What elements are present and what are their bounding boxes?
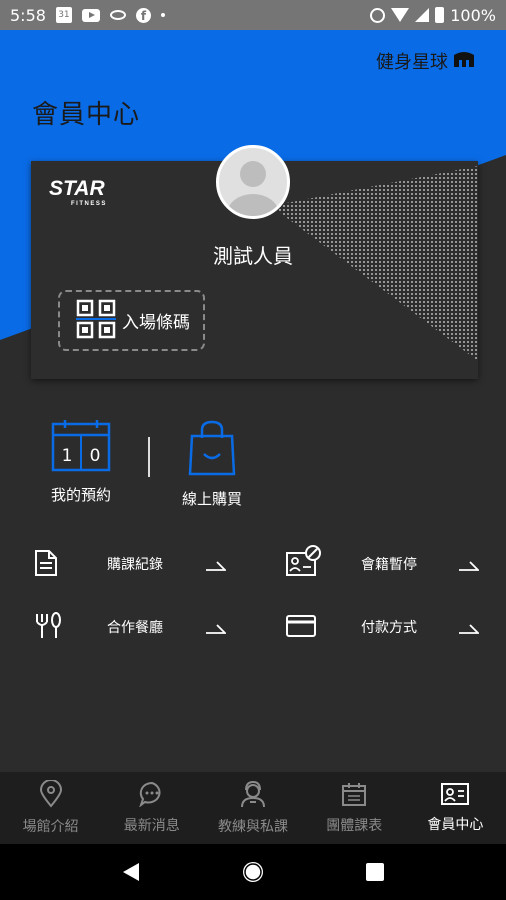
purchase-history-item[interactable]: 購課紀錄 [34,543,234,583]
calendar-day: 31 [58,10,70,20]
credit-card-icon [286,615,316,641]
alarm-icon [370,7,386,23]
member-name: 測試人員 [213,244,293,268]
calendar-icon: 1 0 [50,420,112,476]
arrow-right-icon [459,556,481,575]
facebook-icon: f [135,7,151,23]
member-card-pause-icon [286,545,322,581]
purchase-history-label: 購課紀錄 [107,557,163,573]
online-purchase-button[interactable]: 線上購買 [182,420,242,509]
coach-icon [240,780,266,812]
nav-coaches-label: 教練與私課 [218,819,288,835]
calendar-digit-1: 1 [62,446,73,466]
schedule-icon [341,781,367,811]
fork-knife-icon [34,612,62,644]
eye-icon [109,10,126,20]
dot-icon [160,13,165,17]
shopping-bag-icon [186,420,238,480]
home-icon[interactable] [233,852,273,892]
battery-icon [435,7,445,23]
youtube-icon [81,8,100,22]
nav-venue-intro-label: 場館介紹 [22,819,79,835]
signal-icon [415,8,430,22]
chat-bubble-icon [138,781,165,811]
my-reservations-label: 我的預約 [50,486,111,504]
brand-name: 健身星球 [376,52,448,73]
qr-code-icon [76,299,116,343]
nav-coaches[interactable]: 教練與私課 [202,772,303,844]
status-bar: 5:58 31 f 100% [0,0,506,30]
page-title: 會員中心 [32,100,141,130]
nav-group-schedule[interactable]: 團體課表 [304,772,405,844]
system-nav-bar [0,844,506,900]
nav-member-center-label: 會員中心 [427,817,484,833]
calendar-notification-icon: 31 [55,7,72,23]
nav-group-schedule-label: 團體課表 [326,818,383,834]
payment-method-item[interactable]: 付款方式 [286,606,486,646]
star-fitness-logo: STAR FITNESS [49,176,129,212]
location-pin-icon [39,779,63,812]
brand: 健身星球 [376,48,476,74]
wifi-icon [391,8,410,22]
entry-barcode-button[interactable]: 入場條碼 [58,290,205,351]
logo-sub: FITNESS [71,201,107,207]
logo-text: STAR [49,177,105,200]
battery-level: 100% [450,5,496,25]
barcode-label: 入場條碼 [122,313,190,333]
nav-member-center[interactable]: 會員中心 [405,772,506,844]
back-icon[interactable] [111,852,151,892]
recents-icon[interactable] [355,852,395,892]
avatar[interactable] [216,145,290,219]
payment-method-label: 付款方式 [361,620,417,636]
planet-logo-icon [452,49,476,74]
document-icon [34,549,58,581]
arrow-right-icon [206,556,228,575]
arrow-right-icon [459,619,481,638]
bottom-nav: 場館介紹 最新消息 教練與私課 團體課表 會員中心 [0,772,506,844]
membership-pause-item[interactable]: 會籍暫停 [286,543,486,583]
nav-venue-intro[interactable]: 場館介紹 [0,772,101,844]
calendar-digit-2: 0 [90,446,101,466]
my-reservations-button[interactable]: 1 0 我的預約 [50,420,112,505]
partner-restaurants-item[interactable]: 合作餐廳 [34,606,234,646]
partner-restaurants-label: 合作餐廳 [107,620,163,636]
status-time: 5:58 [10,5,46,25]
online-purchase-label: 線上購買 [182,490,243,508]
member-id-icon [441,782,470,810]
arrow-right-icon [206,619,228,638]
nav-latest-news[interactable]: 最新消息 [101,772,202,844]
membership-pause-label: 會籍暫停 [361,557,417,573]
quick-divider [148,437,150,477]
nav-latest-news-label: 最新消息 [123,818,180,834]
